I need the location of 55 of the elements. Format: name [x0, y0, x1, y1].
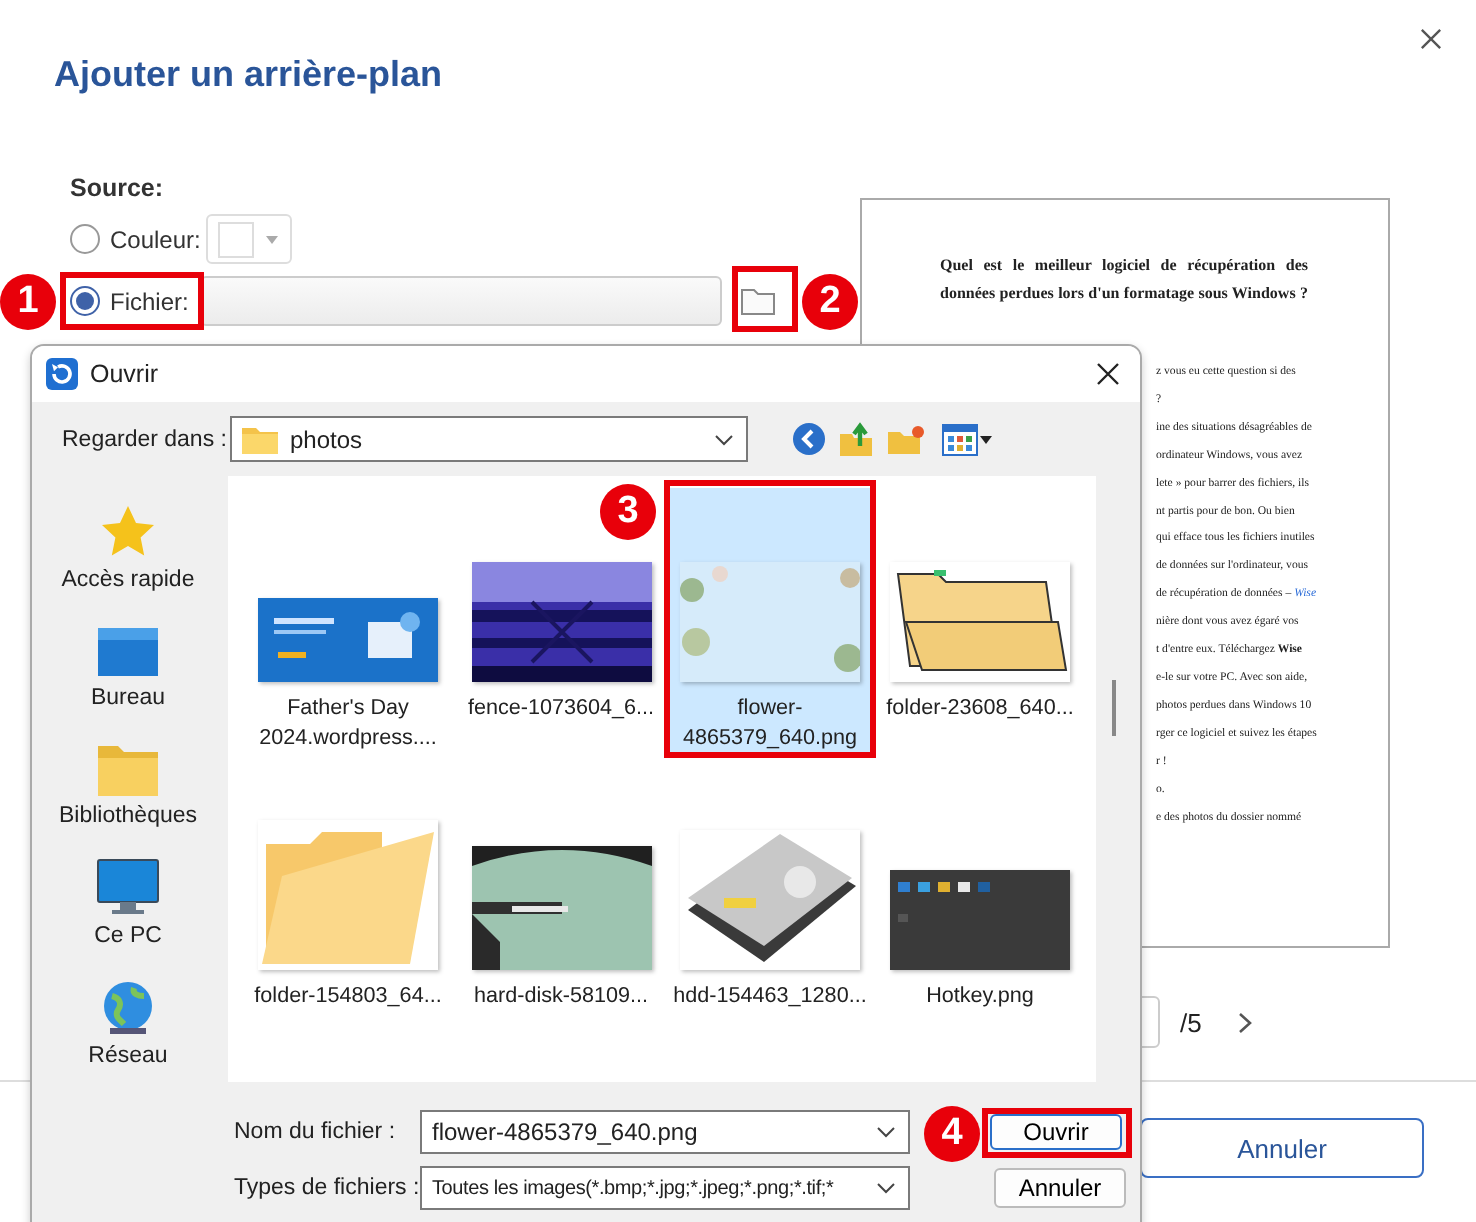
radio-button[interactable] [70, 224, 100, 254]
view-menu-icon[interactable] [942, 423, 994, 455]
file-item[interactable]: fence-1073604_6... [458, 562, 664, 754]
file-name-label: Nom du fichier : [232, 1120, 398, 1144]
place-item[interactable]: Réseau [36, 963, 220, 1083]
new-folder-icon[interactable] [886, 423, 926, 455]
file-item[interactable]: Hotkey.png [876, 870, 1084, 1042]
file-item[interactable]: folder-154803_64... [244, 820, 452, 1042]
cancel-button[interactable]: Annuler [1140, 1118, 1424, 1178]
step-badge: 1 [0, 274, 56, 330]
desktop-icon [96, 623, 160, 680]
file-type-dropdown[interactable]: Toutes les images(*.bmp;*.jpg;*.jpeg;*.png;*.tif;* [420, 1166, 910, 1210]
next-page-icon[interactable] [1237, 1011, 1252, 1033]
close-icon[interactable] [1096, 362, 1120, 386]
chevron-down-icon [714, 433, 734, 445]
app-icon [46, 358, 78, 390]
scrollbar-thumb[interactable] [1112, 680, 1116, 736]
option-label: Fichier: [110, 287, 189, 315]
look-in-dropdown[interactable]: photos [230, 416, 748, 462]
caret-icon [266, 235, 279, 243]
file-name-field[interactable]: flower-4865379_640.png [420, 1110, 910, 1154]
source-label: Source: [70, 172, 166, 204]
globe-icon [98, 977, 158, 1038]
folder-icon [96, 742, 160, 799]
file-item[interactable]: Father's Day 2024.wordpress.... [244, 598, 452, 754]
up-folder-icon[interactable] [838, 421, 874, 457]
file-item[interactable]: hdd-154463_1280... [670, 830, 870, 1042]
chevron-down-icon [876, 1126, 896, 1138]
dialog-title: Ouvrir [90, 360, 159, 388]
color-dropdown[interactable] [206, 214, 293, 264]
file-type-label: Types de fichiers : [232, 1176, 420, 1200]
highlight-frame [60, 272, 204, 330]
place-item[interactable]: Ce PC [36, 844, 220, 964]
look-in-label: Regarder dans : [62, 427, 229, 451]
monitor-icon [96, 858, 160, 919]
radio-button[interactable] [70, 286, 100, 316]
folder-icon [242, 425, 278, 453]
file-item[interactable]: hard-disk-58109... [458, 846, 664, 1042]
page-total: /5 [1180, 1007, 1202, 1037]
back-icon[interactable] [792, 422, 826, 456]
file-path-field[interactable] [200, 276, 723, 326]
place-item[interactable]: Bureau [36, 606, 220, 726]
open-button[interactable]: Ouvrir [990, 1114, 1122, 1150]
file-item[interactable]: folder-23608_640... [876, 562, 1084, 754]
document-heading: Quel est le meilleur logiciel de récupération des données perdues lors d'un formatage sous Windows ? [940, 254, 1308, 306]
place-item[interactable]: Accès rapide [36, 488, 220, 607]
step-badge: 2 [802, 274, 858, 330]
place-item[interactable]: Bibliothèques [36, 725, 220, 845]
close-icon[interactable] [1420, 28, 1442, 50]
highlight-frame [732, 266, 798, 332]
chevron-down-icon [876, 1182, 896, 1194]
dialog-title: Ajouter un arrière-plan [54, 52, 443, 98]
option-label: Couleur: [110, 225, 201, 253]
cancel-button[interactable]: Annuler [994, 1168, 1126, 1208]
file-item[interactable]: flower-4865379_640.png [670, 488, 870, 754]
